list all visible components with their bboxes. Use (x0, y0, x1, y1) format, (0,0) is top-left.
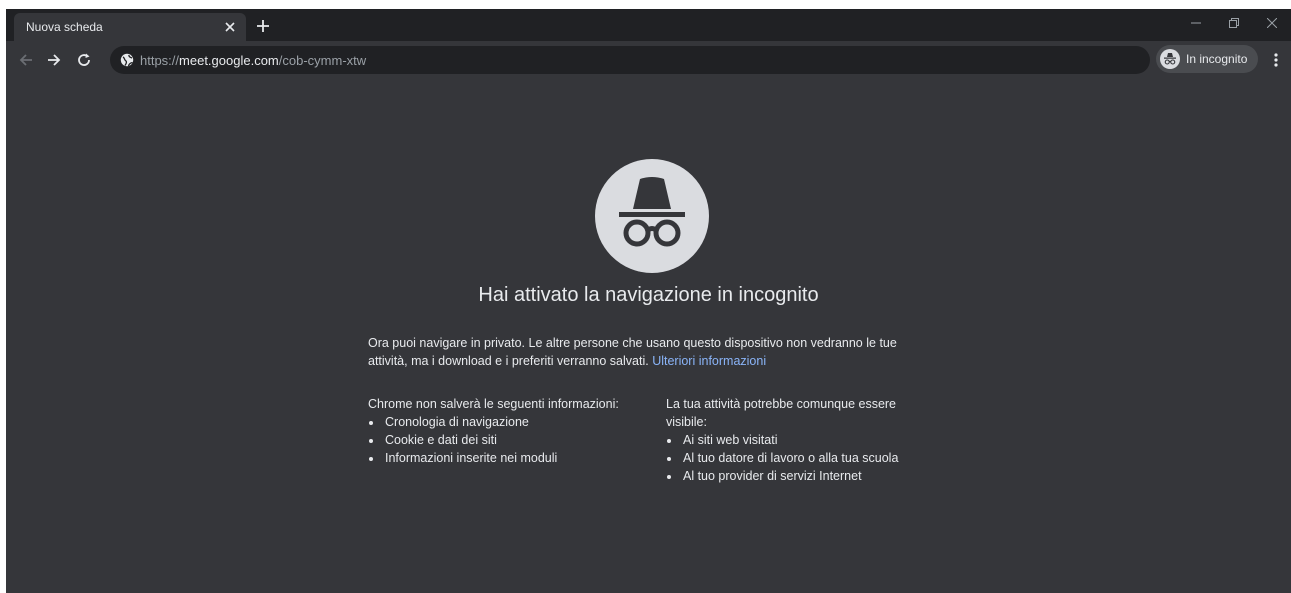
window-close-icon[interactable] (1253, 9, 1291, 37)
address-bar[interactable]: https://meet.google.com/cob-cymm-xtw (110, 46, 1150, 74)
more-vert-icon[interactable] (1267, 48, 1285, 72)
incognito-ntp: Hai attivato la navigazione in incognito… (6, 79, 1291, 593)
not-saved-heading: Chrome non salverà le seguenti informazi… (368, 397, 619, 411)
tab-strip: Nuova scheda (6, 9, 1291, 41)
list-item: Cronologia di navigazione (383, 413, 648, 431)
window-controls (1177, 9, 1291, 37)
restore-icon[interactable] (1215, 9, 1253, 37)
still-visible-heading: La tua attività potrebbe comunque essere… (666, 397, 897, 429)
list-item: Informazioni inserite nei moduli (383, 449, 648, 467)
not-saved-list: Cronologia di navigazione Cookie e dati … (368, 413, 648, 467)
globe-icon[interactable] (120, 53, 134, 67)
minimize-icon[interactable] (1177, 9, 1215, 37)
url-scheme: https:// (140, 53, 180, 68)
tab-new-tab[interactable]: Nuova scheda (14, 13, 246, 41)
url-text[interactable]: https://meet.google.com/cob-cymm-xtw (140, 53, 366, 68)
browser-window: Nuova scheda https://meet.google.com/cob… (6, 9, 1291, 593)
reload-icon[interactable] (72, 48, 96, 72)
incognito-logo-icon (595, 159, 709, 273)
learn-more-link[interactable]: Ulteriori informazioni (652, 354, 766, 368)
still-visible-section: La tua attività potrebbe comunque essere… (666, 395, 936, 485)
list-item: Ai siti web visitati (681, 431, 936, 449)
incognito-button[interactable]: In incognito (1156, 45, 1258, 73)
intro-text: Ora puoi navigare in privato. Le altre p… (368, 336, 897, 368)
intro-paragraph: Ora puoi navigare in privato. Le altre p… (368, 334, 933, 370)
plus-icon[interactable] (252, 15, 274, 37)
list-item: Cookie e dati dei siti (383, 431, 648, 449)
arrow-left-icon[interactable] (14, 48, 38, 72)
incognito-icon (1160, 49, 1180, 69)
close-icon[interactable] (221, 18, 239, 36)
still-visible-list: Ai siti web visitati Al tuo datore di la… (666, 431, 936, 485)
url-path: /cob-cymm-xtw (278, 53, 367, 68)
list-item: Al tuo datore di lavoro o alla tua scuol… (681, 449, 936, 467)
tab-title: Nuova scheda (26, 20, 103, 34)
url-host: meet.google.com (179, 53, 279, 68)
page-title: Hai attivato la navigazione in incognito (478, 284, 819, 306)
arrow-right-icon[interactable] (42, 48, 66, 72)
incognito-label: In incognito (1186, 52, 1248, 66)
not-saved-section: Chrome non salverà le seguenti informazi… (368, 395, 648, 467)
list-item: Al tuo provider di servizi Internet (681, 467, 936, 485)
toolbar: https://meet.google.com/cob-cymm-xtw In … (6, 41, 1291, 79)
